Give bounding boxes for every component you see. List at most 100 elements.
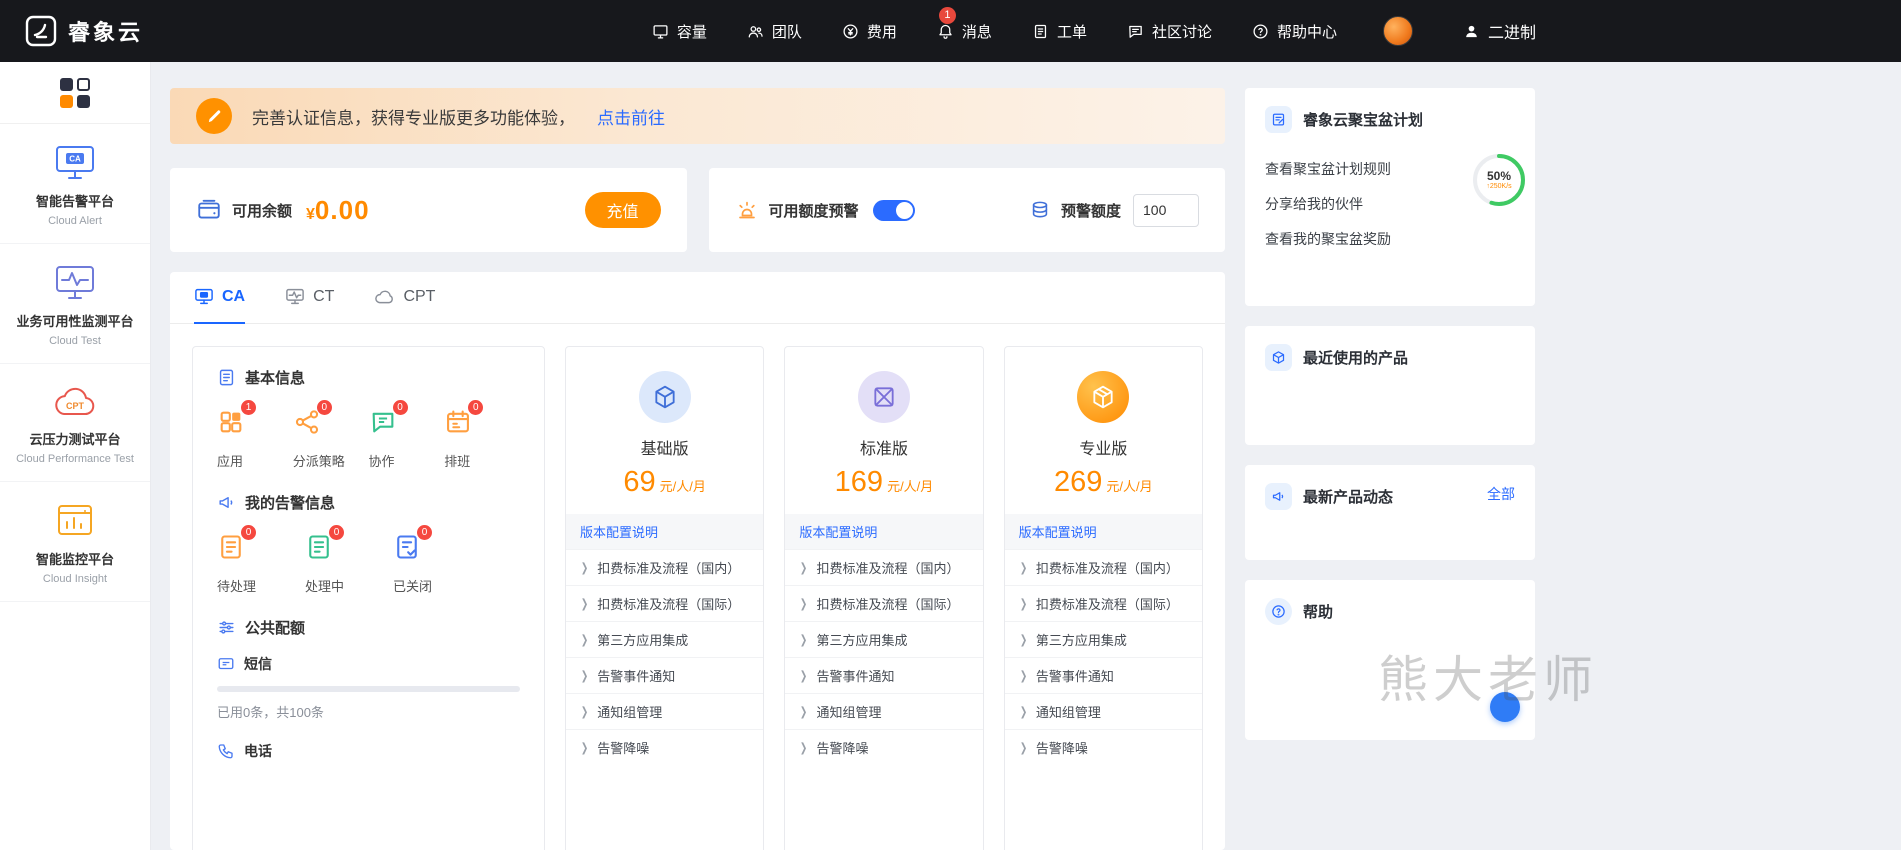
feature-row[interactable]: ❯ 告警降噪: [566, 729, 764, 765]
stat-collaboration[interactable]: 0 协作: [369, 400, 445, 470]
stat-apps[interactable]: 1 应用: [217, 400, 293, 470]
treasure-plan-title: 睿象云聚宝盆计划: [1303, 112, 1424, 129]
stat-badge: 0: [241, 525, 256, 540]
apps-stat-icon: [220, 411, 242, 433]
nav-capacity[interactable]: 容量: [652, 21, 707, 42]
quota-alert-toggle[interactable]: [872, 199, 915, 221]
feature-row[interactable]: ❯ 告警事件通知: [785, 657, 983, 693]
stat-scheduling[interactable]: 0 排班: [444, 400, 520, 470]
recharge-button[interactable]: 充值: [584, 192, 661, 228]
public-quota-title: 公共配额: [245, 620, 306, 637]
floating-help-button[interactable]: [1490, 692, 1520, 722]
help-card: 帮助: [1245, 580, 1535, 740]
plan-price: 169 元/人/月: [834, 466, 934, 498]
feature-row[interactable]: ❯ 告警事件通知: [1004, 657, 1202, 693]
tab-cpt[interactable]: CPT: [374, 272, 435, 324]
processing-stat-icon: [309, 535, 329, 559]
currency-symbol: ¥: [306, 205, 315, 223]
nav-label: 工单: [1056, 23, 1087, 41]
siren-icon: [738, 201, 755, 219]
feature-row[interactable]: ❯ 扣费标准及流程（国内）: [1004, 549, 1202, 585]
apps-grid-icon: [60, 77, 90, 108]
feature-row[interactable]: ❯ 通知组管理: [1004, 693, 1202, 729]
sidebar-item-cloud-alert[interactable]: CA 智能告警平台 Cloud Alert: [0, 124, 150, 244]
chevron-right-icon: ❯: [1019, 705, 1027, 719]
stat-dispatch-policy[interactable]: 0 分派策略: [293, 400, 369, 470]
feature-row[interactable]: ❯ 扣费标准及流程（国际）: [566, 585, 764, 621]
sidebar-item-cloud-test[interactable]: 业务可用性监测平台 Cloud Test: [0, 244, 150, 364]
banner-go-link[interactable]: 点击前往: [597, 104, 665, 129]
cloud-test-icon: [56, 266, 94, 299]
tab-label: CT: [313, 287, 335, 305]
nav-messages[interactable]: 1 消息: [937, 6, 992, 42]
nav-tickets[interactable]: 工单: [1032, 21, 1087, 42]
recent-products-title: 最近使用的产品: [1303, 350, 1409, 367]
user-avatar[interactable]: [1382, 16, 1413, 46]
chevron-right-icon: ❯: [1019, 741, 1027, 755]
stat-badge: 0: [468, 400, 484, 415]
user-menu[interactable]: 二进制: [1463, 19, 1536, 43]
feature-row[interactable]: ❯ 通知组管理: [566, 693, 764, 729]
stat-pending[interactable]: 0 待处理: [217, 525, 305, 595]
messages-badge: 1: [938, 6, 956, 24]
stat-processing[interactable]: 0 处理中: [305, 525, 393, 595]
feature-row[interactable]: ❯ 通知组管理: [785, 693, 983, 729]
product-tabs: CA CT CPT: [170, 272, 1225, 324]
tab-ca[interactable]: CA: [194, 272, 246, 324]
nav-help-center[interactable]: 帮助中心: [1252, 21, 1337, 42]
nav-fees[interactable]: 费用: [842, 21, 897, 42]
basic-info-card: 基本信息 1 应用 0 分派策略 0 协作 0 排班 我的告警信息 0 待处理 …: [192, 346, 545, 850]
basic-info-title: 基本信息: [245, 370, 306, 387]
news-all-link[interactable]: 全部: [1487, 484, 1515, 504]
version-config-link[interactable]: 版本配置说明: [566, 514, 764, 549]
chevron-right-icon: ❯: [580, 597, 589, 611]
cloud-performance-test-icon: CPT: [55, 387, 95, 416]
closed-stat-icon: [397, 535, 417, 559]
tab-ct[interactable]: CT: [285, 272, 334, 324]
version-config-link[interactable]: 版本配置说明: [1004, 514, 1202, 549]
feature-row[interactable]: ❯ 告警降噪: [1004, 729, 1202, 765]
chevron-right-icon: ❯: [580, 633, 589, 647]
treasure-plan-card: 睿象云聚宝盆计划 50% ↑250K/s 查看聚宝盆计划规则 分享给我的伙伴 查…: [1245, 88, 1535, 306]
sidebar-item-cloud-insight[interactable]: 智能监控平台 Cloud Insight: [0, 482, 150, 602]
version-config-link[interactable]: 版本配置说明: [785, 514, 983, 549]
sms-icon: [218, 658, 234, 670]
threshold-input[interactable]: [1133, 193, 1199, 227]
svg-text:CA: CA: [69, 155, 81, 164]
plan-doc-icon: [1265, 106, 1292, 133]
feature-row[interactable]: ❯ 第三方应用集成: [1004, 621, 1202, 657]
feature-row[interactable]: ❯ 第三方应用集成: [785, 621, 983, 657]
balance-label: 可用余额: [232, 202, 293, 220]
pricing-card-basic: 基础版 69 元/人/月 版本配置说明 ❯ 扣费标准及流程（国内） ❯ 扣费标准及流程…: [565, 346, 765, 850]
stat-label: 待处理: [217, 579, 257, 594]
basic-info-header: 基本信息: [217, 367, 520, 388]
sliders-icon: [219, 621, 234, 634]
app-logo[interactable]: 睿象云: [24, 14, 143, 48]
plan-price: 269 元/人/月: [1054, 466, 1153, 498]
feature-row[interactable]: ❯ 扣费标准及流程（国际）: [785, 585, 983, 621]
nav-team[interactable]: 团队: [747, 21, 802, 42]
help-icon: [1253, 23, 1268, 39]
stat-label: 排班: [444, 454, 471, 469]
feature-row[interactable]: ❯ 第三方应用集成: [566, 621, 764, 657]
feature-row[interactable]: ❯ 告警事件通知: [566, 657, 764, 693]
sidebar-item-cloud-performance-test[interactable]: CPT 云压力测试平台 Cloud Performance Test: [0, 364, 150, 482]
chevron-right-icon: ❯: [580, 741, 589, 755]
nav-label: 团队: [771, 23, 802, 41]
stat-label: 已关闭: [393, 579, 433, 594]
treasure-rewards-link[interactable]: 查看我的聚宝盆奖励: [1265, 229, 1515, 249]
nav-community[interactable]: 社区讨论: [1127, 21, 1212, 42]
nav-label: 消息: [961, 23, 992, 41]
stat-closed[interactable]: 0 已关闭: [393, 525, 481, 595]
feature-row[interactable]: ❯ 扣费标准及流程（国内）: [785, 549, 983, 585]
feature-row[interactable]: ❯ 扣费标准及流程（国际）: [1004, 585, 1202, 621]
feature-row[interactable]: ❯ 扣费标准及流程（国内）: [566, 549, 764, 585]
feature-row[interactable]: ❯ 告警降噪: [785, 729, 983, 765]
plan-name: 专业版: [1079, 441, 1128, 458]
plan-name: 基础版: [640, 441, 689, 458]
progress-percent: 50%: [1486, 169, 1512, 183]
sidebar-item-subtitle: Cloud Performance Test: [16, 453, 134, 465]
logo-icon: [25, 15, 57, 47]
plan-price: 69 元/人/月: [623, 466, 706, 498]
apps-grid-button[interactable]: [0, 62, 150, 124]
